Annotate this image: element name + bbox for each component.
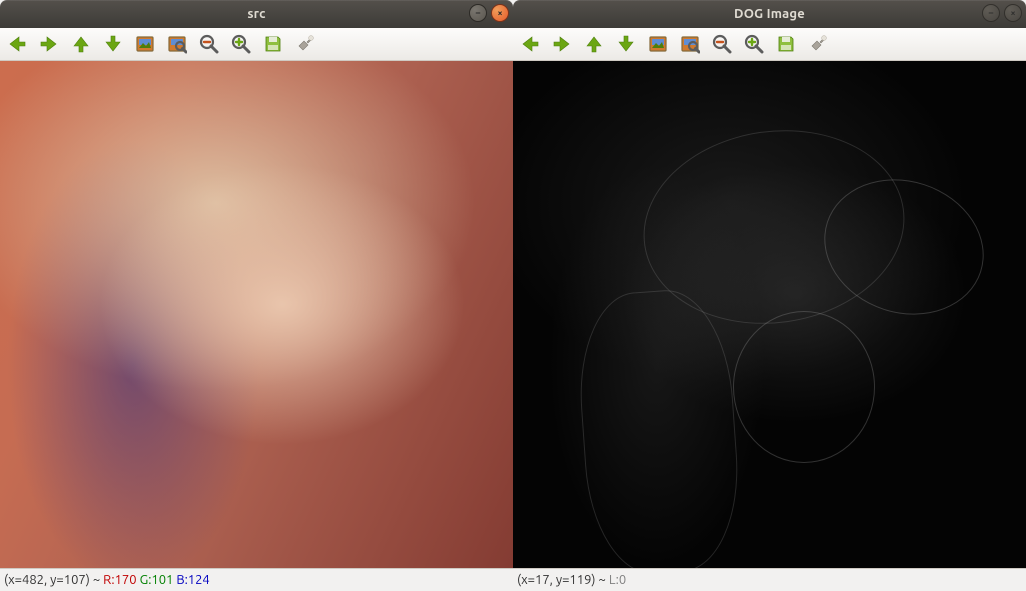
nav-prev-icon[interactable] [6, 33, 28, 55]
close-button[interactable]: × [491, 4, 509, 22]
image-canvas[interactable] [0, 61, 513, 568]
zoom-out-icon[interactable] [198, 33, 220, 55]
image-canvas[interactable] [513, 61, 1026, 568]
pixel-r: R:170 [103, 573, 136, 587]
statusbar: (x=17, y=119) ~ L:0 [513, 568, 1026, 591]
minimize-glyph: – [989, 8, 994, 18]
titlebar[interactable]: DOG Image – × [513, 0, 1026, 28]
nav-down-icon[interactable] [615, 33, 637, 55]
close-glyph: × [497, 8, 502, 18]
minimize-glyph: – [476, 8, 481, 18]
close-button[interactable]: × [1004, 4, 1022, 22]
zoom-in-icon[interactable] [230, 33, 252, 55]
window-dog: DOG Image – × (x=17, y=119) ~ [513, 0, 1026, 591]
nav-up-icon[interactable] [70, 33, 92, 55]
cursor-coords: (x=482, y=107) ~ [4, 573, 103, 587]
zoom-in-icon[interactable] [743, 33, 765, 55]
image-zoomfit-icon[interactable] [166, 33, 188, 55]
cursor-coords: (x=17, y=119) ~ [517, 573, 609, 587]
window-src: src – × (x=482, y=107) ~ R:170 G:101 B:1… [0, 0, 513, 591]
nav-next-icon[interactable] [551, 33, 573, 55]
toolbar [513, 28, 1026, 61]
image-color-icon[interactable] [647, 33, 669, 55]
nav-prev-icon[interactable] [519, 33, 541, 55]
close-glyph: × [1010, 8, 1015, 18]
save-icon[interactable] [262, 33, 284, 55]
toolbar [0, 28, 513, 61]
pixel-l: L:0 [609, 573, 626, 587]
minimize-button[interactable]: – [982, 4, 1000, 22]
flashlight-icon[interactable] [807, 33, 829, 55]
window-title: DOG Image [513, 7, 1026, 21]
window-controls: – × [982, 4, 1022, 22]
nav-up-icon[interactable] [583, 33, 605, 55]
window-title: src [0, 7, 513, 21]
flashlight-icon[interactable] [294, 33, 316, 55]
minimize-button[interactable]: – [469, 4, 487, 22]
pixel-g: G:101 [140, 573, 174, 587]
image-color-icon[interactable] [134, 33, 156, 55]
statusbar: (x=482, y=107) ~ R:170 G:101 B:124 [0, 568, 513, 591]
image-zoomfit-icon[interactable] [679, 33, 701, 55]
nav-next-icon[interactable] [38, 33, 60, 55]
window-controls: – × [469, 4, 509, 22]
nav-down-icon[interactable] [102, 33, 124, 55]
pixel-b: B:124 [176, 573, 209, 587]
titlebar[interactable]: src – × [0, 0, 513, 28]
zoom-out-icon[interactable] [711, 33, 733, 55]
save-icon[interactable] [775, 33, 797, 55]
